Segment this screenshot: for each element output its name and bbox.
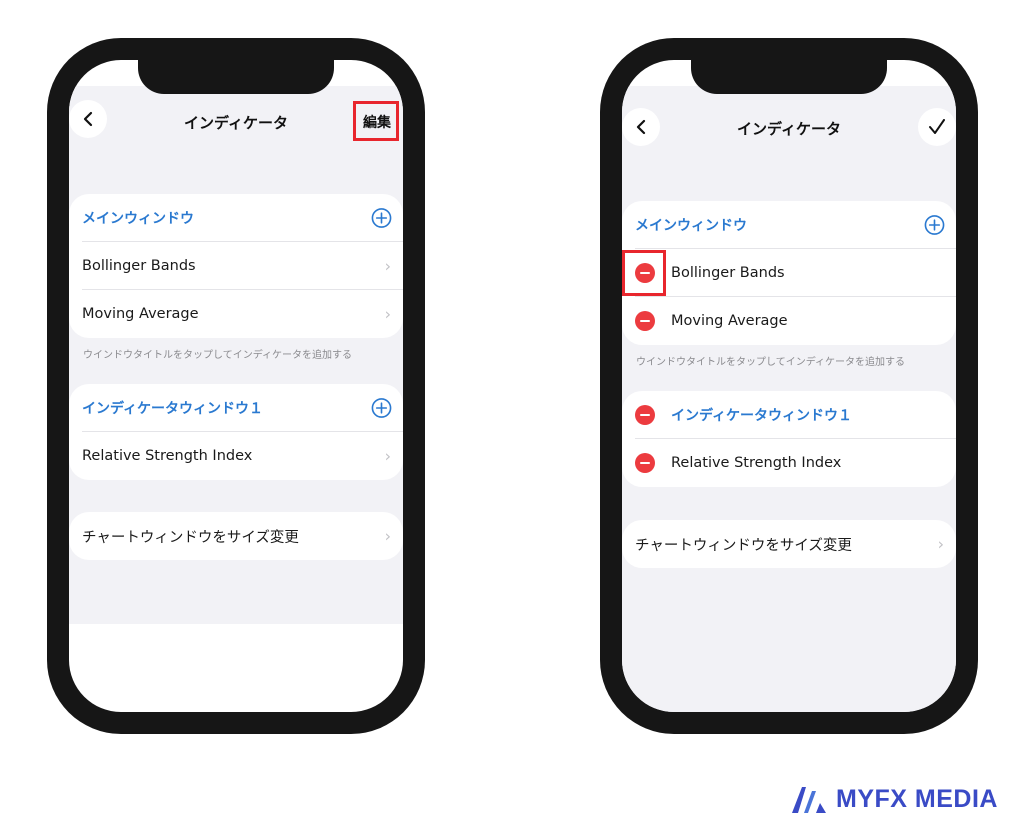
nav-bar: インディケータ 編集: [69, 86, 403, 156]
indicator-window-section: インディケータウィンドウ１ Relative Strength Index ›: [69, 384, 403, 480]
indicator-row[interactable]: Bollinger Bands: [622, 249, 956, 297]
plus-circle-icon[interactable]: [371, 208, 392, 229]
indicator-label: Bollinger Bands: [82, 258, 196, 274]
delete-highlight: [622, 250, 666, 296]
brand-name: MYFX MEDIA: [836, 784, 998, 813]
resize-chart-row[interactable]: チャートウィンドウをサイズ変更 ›: [69, 512, 403, 560]
main-window-section: メインウィンドウ Bollinger Bands › Moving Averag…: [69, 194, 403, 338]
plus-circle-icon[interactable]: [371, 398, 392, 419]
brand-mark-icon: [792, 787, 826, 813]
resize-label: チャートウィンドウをサイズ変更: [635, 537, 852, 554]
indicator-window-header[interactable]: インディケータウィンドウ１: [69, 384, 403, 432]
section-footer: ウインドウタイトルをタップしてインディケータを追加する: [636, 357, 905, 368]
resize-label: チャートウィンドウをサイズ変更: [82, 529, 299, 546]
chevron-right-icon: ›: [384, 526, 391, 546]
brand-logo: MYFX MEDIA: [790, 782, 998, 816]
chevron-right-icon: ›: [384, 256, 391, 276]
section-header-label: メインウィンドウ: [635, 218, 747, 234]
app-content: インディケータ メインウィンドウ Bollinger Bands Moving …: [622, 86, 956, 712]
indicator-label: Bollinger Bands: [671, 265, 785, 281]
indicator-label: Moving Average: [671, 313, 788, 329]
main-window-header[interactable]: メインウィンドウ: [622, 201, 956, 249]
indicator-row[interactable]: Relative Strength Index: [622, 439, 956, 487]
phone-frame-left: インディケータ 編集 メインウィンドウ Bollinger Bands › Mo…: [47, 38, 425, 734]
indicator-row[interactable]: Relative Strength Index ›: [69, 432, 403, 480]
indicator-row[interactable]: Moving Average ›: [69, 290, 403, 338]
section-header-label: インディケータウィンドウ１: [671, 408, 853, 424]
indicator-window-header[interactable]: インディケータウィンドウ１: [622, 391, 956, 439]
edit-highlight: [353, 101, 399, 141]
main-window-section: メインウィンドウ Bollinger Bands Moving Average: [622, 201, 956, 345]
nav-bar: インディケータ: [622, 86, 956, 164]
resize-section: チャートウィンドウをサイズ変更 ›: [622, 520, 956, 568]
phone-screen-right: インディケータ メインウィンドウ Bollinger Bands Moving …: [622, 60, 956, 712]
indicator-label: Moving Average: [82, 306, 199, 322]
resize-chart-row[interactable]: チャートウィンドウをサイズ変更 ›: [622, 520, 956, 568]
chevron-right-icon: ›: [384, 304, 391, 324]
indicator-row[interactable]: Bollinger Bands ›: [69, 242, 403, 290]
section-header-label: メインウィンドウ: [82, 211, 194, 227]
phone-frame-right: インディケータ メインウィンドウ Bollinger Bands Moving …: [600, 38, 978, 734]
section-header-label: インディケータウィンドウ１: [82, 401, 264, 417]
page-title: インディケータ: [737, 120, 841, 138]
checkmark-icon: [929, 119, 945, 134]
minus-circle-icon[interactable]: [635, 405, 655, 425]
done-button[interactable]: [918, 108, 956, 146]
indicator-row[interactable]: Moving Average: [622, 297, 956, 345]
minus-circle-icon[interactable]: [635, 311, 655, 331]
phone-notch: [138, 60, 334, 94]
minus-circle-icon[interactable]: [635, 453, 655, 473]
app-content: インディケータ 編集 メインウィンドウ Bollinger Bands › Mo…: [69, 86, 403, 624]
chevron-right-icon: ›: [384, 446, 391, 466]
resize-section: チャートウィンドウをサイズ変更 ›: [69, 512, 403, 560]
plus-circle-icon[interactable]: [924, 215, 945, 236]
indicator-label: Relative Strength Index: [671, 455, 842, 471]
indicator-window-section: インディケータウィンドウ１ Relative Strength Index: [622, 391, 956, 487]
indicator-label: Relative Strength Index: [82, 448, 253, 464]
chevron-right-icon: ›: [937, 534, 944, 554]
section-footer: ウインドウタイトルをタップしてインディケータを追加する: [83, 350, 352, 361]
phone-screen-left: インディケータ 編集 メインウィンドウ Bollinger Bands › Mo…: [69, 60, 403, 712]
main-window-header[interactable]: メインウィンドウ: [69, 194, 403, 242]
phone-notch: [691, 60, 887, 94]
